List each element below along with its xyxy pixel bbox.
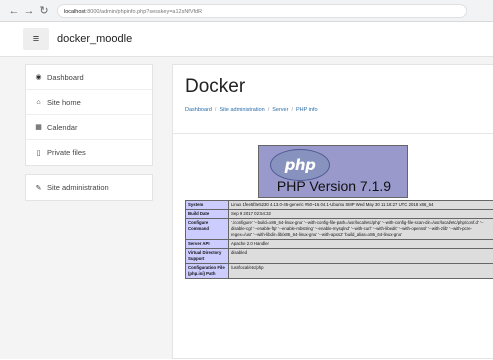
- sidebar-item-site-home[interactable]: ⌂ Site home: [26, 90, 152, 115]
- breadcrumb-site-administration[interactable]: Site administration: [219, 107, 264, 113]
- main-content: Docker Dashboard/Site administration/Ser…: [172, 64, 493, 359]
- sidebar-item-calendar[interactable]: ▦ Calendar: [26, 115, 152, 140]
- top-navbar: ≡ docker_moodle: [0, 22, 493, 57]
- table-row: Build Date Sep 9 2017 02:54:32: [186, 210, 493, 219]
- sidebar-item-dashboard[interactable]: ◉ Dashboard: [26, 65, 152, 90]
- home-icon: ⌂: [34, 99, 43, 106]
- sidebar-item-site-administration[interactable]: ✎ Site administration: [26, 175, 152, 200]
- row-key: Virtual Directory Support: [186, 249, 229, 264]
- page-title: Docker: [185, 76, 245, 98]
- row-value: Sep 9 2017 02:54:32: [229, 210, 493, 219]
- breadcrumb-php-info[interactable]: PHP info: [296, 107, 318, 113]
- wrench-icon: ✎: [34, 184, 43, 192]
- breadcrumb-server[interactable]: Server: [272, 107, 288, 113]
- row-value: Apache 2.0 Handler: [229, 240, 493, 249]
- forward-icon[interactable]: →: [23, 5, 35, 17]
- reload-icon[interactable]: ↻: [38, 5, 50, 17]
- calendar-icon: ▦: [34, 123, 43, 131]
- php-logo-text: php: [285, 158, 316, 173]
- nav-drawer-toggle-button[interactable]: ≡: [23, 28, 49, 50]
- url-host: localhost: [64, 9, 86, 15]
- sidebar-item-label: Calendar: [47, 123, 77, 132]
- sidebar-item-label: Site administration: [47, 183, 109, 192]
- table-row: Configure Command './configure' '--build…: [186, 219, 493, 240]
- table-row: Virtual Directory Support disabled: [186, 249, 493, 264]
- sidebar-item-private-files[interactable]: ▯ Private files: [26, 140, 152, 165]
- php-logo: php: [270, 149, 330, 181]
- content-divider: [173, 133, 493, 134]
- row-value: Linux 1fee5f3e5230 4.13.0-45-generic #50…: [229, 201, 493, 210]
- url-path: :8000/admin/phpinfo.php?sesskey=a12sNfVf…: [86, 9, 202, 15]
- site-name[interactable]: docker_moodle: [57, 33, 132, 45]
- hamburger-icon: ≡: [33, 34, 39, 45]
- nav-drawer-admin: ✎ Site administration: [25, 174, 153, 201]
- row-value: './configure' '--build=x86_64-linux-gnu'…: [229, 219, 493, 240]
- row-value: disabled: [229, 249, 493, 264]
- dashboard-icon: ◉: [34, 73, 43, 81]
- browser-toolbar: ← → ↻ localhost:8000/admin/phpinfo.php?s…: [0, 0, 493, 22]
- row-key: System: [186, 201, 229, 210]
- row-value: /usr/local/etc/php: [229, 264, 493, 279]
- phpinfo-panel: php PHP Version 7.1.9 System Linux 1fee5…: [185, 145, 493, 360]
- row-key: Configuration File (php.ini) Path: [186, 264, 229, 279]
- nav-drawer-main: ◉ Dashboard ⌂ Site home ▦ Calendar ▯ Pri…: [25, 64, 153, 166]
- table-row: System Linux 1fee5f3e5230 4.13.0-45-gene…: [186, 201, 493, 210]
- sidebar-item-label: Site home: [47, 98, 81, 107]
- sidebar-item-label: Private files: [47, 148, 86, 157]
- row-key: Server API: [186, 240, 229, 249]
- row-key: Configure Command: [186, 219, 229, 240]
- phpinfo-header: php PHP Version 7.1.9: [258, 145, 408, 198]
- breadcrumb: Dashboard/Site administration/Server/PHP…: [185, 107, 318, 113]
- breadcrumb-dashboard[interactable]: Dashboard: [185, 107, 212, 113]
- php-version: PHP Version 7.1.9: [260, 178, 408, 194]
- back-icon[interactable]: ←: [8, 5, 20, 17]
- address-bar[interactable]: localhost:8000/admin/phpinfo.php?sesskey…: [57, 4, 467, 18]
- sidebar-item-label: Dashboard: [47, 73, 84, 82]
- file-icon: ▯: [34, 149, 43, 157]
- table-row: Configuration File (php.ini) Path /usr/l…: [186, 264, 493, 279]
- phpinfo-table: System Linux 1fee5f3e5230 4.13.0-45-gene…: [185, 200, 493, 279]
- row-key: Build Date: [186, 210, 229, 219]
- table-row: Server API Apache 2.0 Handler: [186, 240, 493, 249]
